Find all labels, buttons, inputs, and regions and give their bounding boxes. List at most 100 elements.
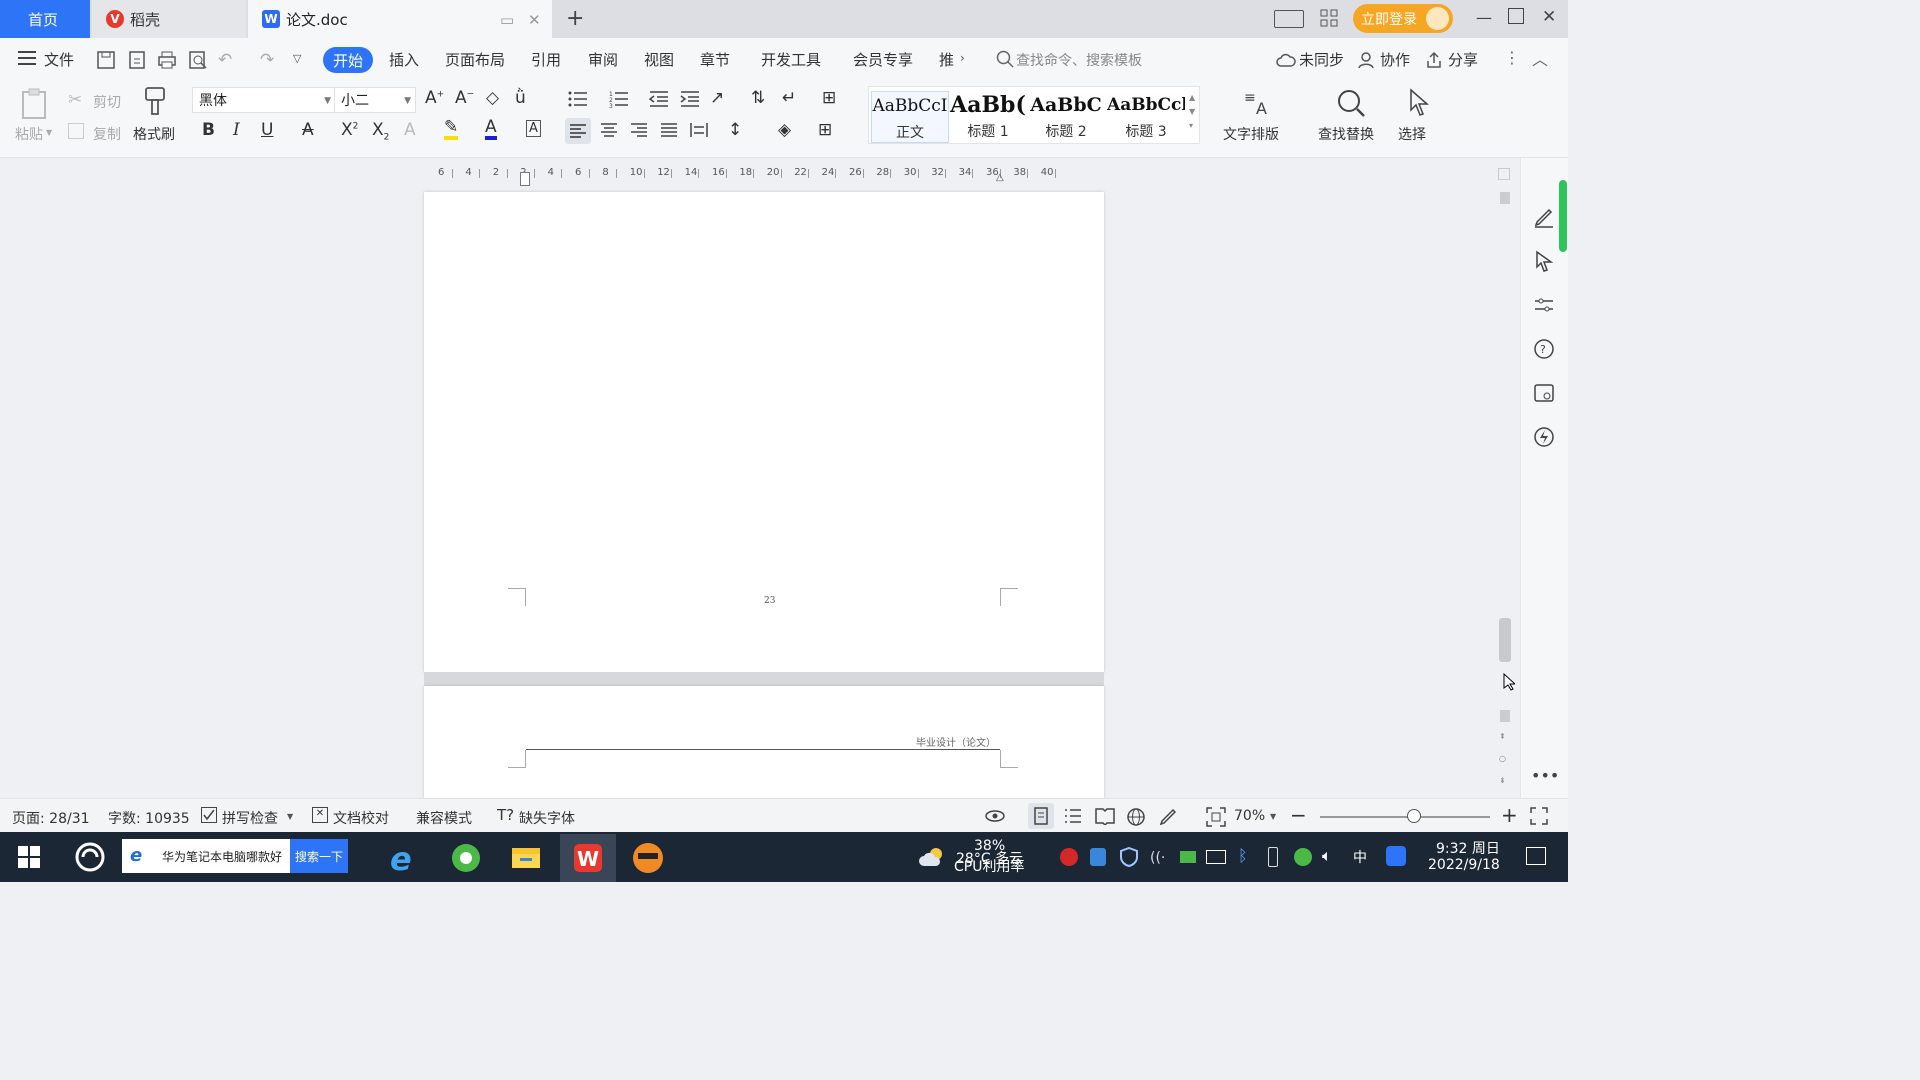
line-spacing-icon[interactable]: ↕ [728,120,742,140]
minimize-button[interactable]: — [1476,8,1492,27]
decrease-indent-icon[interactable] [649,90,669,108]
spell-check-button[interactable]: 拼写检查 [222,808,278,828]
missing-font-button[interactable]: 缺失字体 [519,808,575,828]
print-preview-icon[interactable] [188,50,208,70]
layout-toggle-icon[interactable] [1274,10,1304,28]
scrollbar-thumb[interactable] [1499,618,1511,662]
numbered-list-icon[interactable]: 123 [609,90,629,108]
apps-grid-icon[interactable] [1320,9,1338,27]
shrink-font-icon[interactable]: A− [455,88,474,108]
show-marks-icon[interactable]: ↵ [782,88,796,108]
collapse-ribbon-icon[interactable]: ︿ [1532,46,1548,70]
command-search-input[interactable]: 查找命令、搜索模板 [1016,50,1142,70]
usb-device-icon[interactable] [1268,847,1278,867]
font-name-select[interactable]: 黑体 ▼ [192,87,336,113]
image-tool-icon[interactable] [1533,382,1555,404]
taskbar-search-button[interactable]: 搜索一下 [290,839,348,873]
bullet-list-icon[interactable] [568,90,588,108]
align-right-icon[interactable] [630,122,648,138]
style-heading-3[interactable]: AaBbCcl 标题 3 [1107,91,1185,141]
scissors-icon[interactable]: ✂ [68,90,82,110]
zoom-slider[interactable] [1320,809,1490,823]
bluetooth-icon[interactable]: ᛒ [1238,846,1248,865]
login-button[interactable]: 立即登录 [1353,4,1453,33]
strikethrough-icon[interactable]: A [302,120,314,140]
windows-start-icon[interactable] [18,846,40,868]
scroll-split-icon[interactable] [1498,168,1510,180]
menu-recommend[interactable]: 推 [939,49,954,70]
italic-icon[interactable]: I [233,120,240,140]
grow-font-icon[interactable]: A+ [425,88,444,108]
table-of-ruler-icon[interactable]: ⊞ [822,88,836,108]
scroll-up-button[interactable] [1500,192,1510,204]
weather-cloud-icon[interactable] [918,846,946,868]
underline-icon[interactable]: U [261,120,273,140]
cut-button[interactable]: 剪切 [93,92,121,112]
pointer-icon[interactable] [1533,250,1555,272]
reading-view-icon[interactable] [1095,807,1115,825]
select-cursor-icon[interactable] [1408,88,1432,118]
menu-chapter[interactable]: 章节 [700,49,730,70]
eye-protection-icon[interactable] [984,807,1006,825]
next-page-icon[interactable]: ⇟ [1499,776,1506,785]
save-icon[interactable] [96,50,116,70]
restore-button[interactable] [1508,8,1524,24]
right-indent-marker[interactable]: △ [996,172,1004,183]
float-window-icon[interactable]: ▭ [500,11,514,29]
scroll-down-button[interactable] [1500,710,1510,722]
menu-file[interactable]: 文件 [44,49,74,70]
find-replace-icon[interactable] [1336,88,1366,118]
volume-icon[interactable]: 🔈︎ [1322,846,1332,866]
justify-icon[interactable] [660,122,678,138]
style-heading-2[interactable]: AaBbC 标题 2 [1027,91,1105,141]
find-replace-button[interactable]: 查找替换 [1318,124,1374,144]
taskbar-search-text[interactable]: 华为笔记本电脑哪款好 [162,848,282,865]
quick-access-dropdown-icon[interactable]: ▽ [293,52,301,65]
document-page[interactable]: 23 [424,192,1104,672]
superscript-icon[interactable]: X2 [341,120,358,140]
text-direction-icon[interactable]: ↗ [710,88,724,108]
sync-status[interactable]: 未同步 [1299,49,1344,70]
clear-format-icon[interactable]: ◇ [486,88,499,108]
menu-references[interactable]: 引用 [531,49,561,70]
writing-mode-icon[interactable] [1158,807,1178,827]
browser-green-icon[interactable] [446,838,486,878]
input-method-indicator[interactable]: 中 [1353,847,1367,867]
format-painter-icon[interactable] [142,86,168,118]
compat-mode[interactable]: 兼容模式 [416,808,472,828]
taskbar-search-box[interactable]: e 华为笔记本电脑哪款好 搜索一下 [122,839,348,873]
font-size-select[interactable]: 小二 ▼ [334,87,416,113]
tab-home[interactable]: 首页 [0,0,90,38]
web-view-icon[interactable] [1126,807,1146,827]
sort-icon[interactable]: ⇅ [751,88,765,108]
close-window-button[interactable]: ✕ [1542,7,1556,27]
page-count[interactable]: 页面: 28/31 [12,808,90,828]
zoom-slider-thumb[interactable] [1406,809,1421,823]
text-effect-icon[interactable]: A [404,120,416,140]
menu-scroll-right-icon[interactable]: › [960,51,965,65]
media-app-icon[interactable] [628,838,668,878]
phonetic-guide-icon[interactable]: ǜ [515,88,526,108]
battery-icon[interactable] [1206,850,1226,864]
doc-proof-button[interactable]: 文档校对 [333,808,389,828]
menu-review[interactable]: 审阅 [588,49,618,70]
export-pdf-icon[interactable] [127,50,147,70]
more-options-icon[interactable]: ⋮ [1504,48,1520,67]
help-icon[interactable]: ? [1533,338,1555,360]
paste-label[interactable]: 粘贴 [15,124,43,144]
page-view-button[interactable] [1028,803,1054,829]
word-count[interactable]: 字数: 10935 [108,808,190,828]
increase-indent-icon[interactable] [680,90,700,108]
nvidia-icon[interactable] [1180,851,1196,863]
print-icon[interactable] [157,50,177,70]
tab-daoke[interactable]: V 稻壳 [92,0,246,38]
select-browse-object-icon[interactable]: ○ [1499,754,1506,763]
bold-icon[interactable]: B [202,120,215,140]
browser-360-icon[interactable] [75,842,105,872]
align-left-button[interactable] [565,118,591,144]
distributed-align-icon[interactable] [690,122,708,138]
char-border-icon[interactable]: A [526,120,541,137]
more-icon[interactable]: ••• [1531,766,1559,785]
borders-icon[interactable]: ⊞ [818,120,832,140]
vertical-scrollbar[interactable]: ⇞ ○ ⇟ [1496,166,1514,796]
